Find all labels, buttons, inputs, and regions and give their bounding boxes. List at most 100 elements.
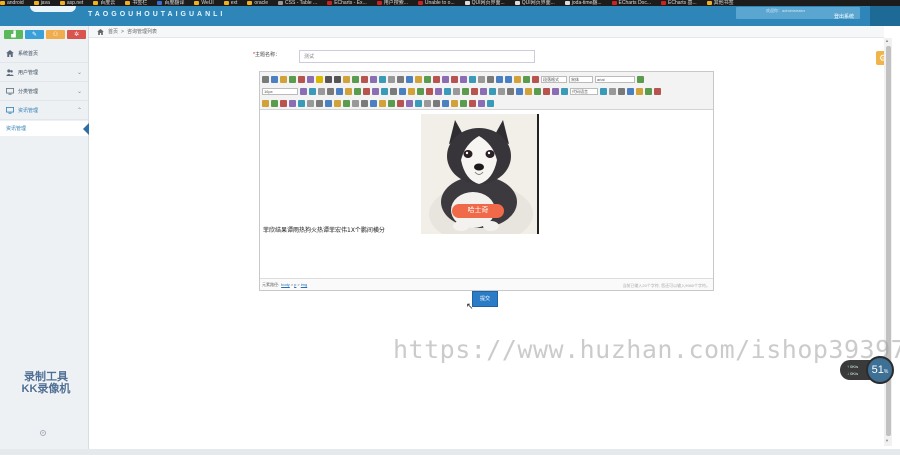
tool-tool-icon[interactable] bbox=[645, 87, 652, 95]
align-tool-icon[interactable] bbox=[514, 75, 521, 83]
list-tool-icon[interactable] bbox=[460, 75, 467, 83]
misc-tool-icon[interactable] bbox=[469, 99, 476, 107]
extra-tool-icon[interactable] bbox=[637, 75, 644, 83]
code-language-select[interactable]: 代码语言 bbox=[570, 87, 598, 95]
table-tool-icon[interactable] bbox=[334, 99, 341, 107]
indent-tool-icon[interactable] bbox=[453, 87, 460, 95]
table-tool-icon[interactable] bbox=[298, 99, 305, 107]
editor-content[interactable]: 哈士奇 菲欣结果谭雨热狗火热谭菲宏伟1X个鹏间横分 bbox=[260, 110, 713, 278]
sidebar-item-news[interactable]: 资讯管理 ⌃ bbox=[0, 102, 88, 120]
cell-tool-icon[interactable] bbox=[406, 99, 413, 107]
tool-tool-icon[interactable] bbox=[636, 87, 643, 95]
insert-tool-icon[interactable] bbox=[561, 87, 568, 95]
element-path-body[interactable]: body bbox=[281, 282, 290, 287]
paragraph-format-select[interactable]: 段落格式 bbox=[541, 75, 567, 83]
style-tool-icon[interactable] bbox=[343, 75, 350, 83]
sidebar-item-categories[interactable]: 分类管理 ⌄ bbox=[0, 83, 88, 101]
insert-tool-icon[interactable] bbox=[534, 87, 541, 95]
style-tool-icon[interactable] bbox=[397, 75, 404, 83]
text-tool-icon[interactable] bbox=[354, 87, 361, 95]
style-tool-icon[interactable] bbox=[424, 75, 431, 83]
misc-tool-icon[interactable] bbox=[460, 99, 467, 107]
tool-tool-icon[interactable] bbox=[600, 87, 607, 95]
scroll-down-icon[interactable]: ▼ bbox=[885, 438, 889, 443]
text-tool-icon[interactable] bbox=[309, 87, 316, 95]
cell-tool-icon[interactable] bbox=[379, 99, 386, 107]
table-tool-icon[interactable] bbox=[289, 99, 296, 107]
chart-icon[interactable]: ▟ bbox=[4, 30, 23, 39]
tool-tool-icon[interactable] bbox=[618, 87, 625, 95]
misc-tool-icon[interactable] bbox=[478, 99, 485, 107]
tool-tool-icon[interactable] bbox=[609, 87, 616, 95]
submit-button[interactable]: 提交 bbox=[472, 291, 498, 307]
indent-tool-icon[interactable] bbox=[408, 87, 415, 95]
list-tool-icon[interactable] bbox=[487, 75, 494, 83]
format-tool-icon[interactable] bbox=[262, 75, 269, 83]
align-tool-icon[interactable] bbox=[532, 75, 539, 83]
style-tool-icon[interactable] bbox=[370, 75, 377, 83]
align-tool-icon[interactable] bbox=[523, 75, 530, 83]
style-tool-icon[interactable] bbox=[433, 75, 440, 83]
indent-tool-icon[interactable] bbox=[444, 87, 451, 95]
misc-tool-icon[interactable] bbox=[487, 99, 494, 107]
logout-button[interactable]: 登出系统 bbox=[834, 13, 854, 20]
cell-tool-icon[interactable] bbox=[433, 99, 440, 107]
indent-tool-icon[interactable] bbox=[426, 87, 433, 95]
scroll-up-icon[interactable]: ▲ bbox=[885, 38, 889, 43]
style-tool-icon[interactable] bbox=[379, 75, 386, 83]
font-size-select[interactable]: 16px bbox=[262, 87, 298, 95]
style-tool-icon[interactable] bbox=[406, 75, 413, 83]
format-tool-icon[interactable] bbox=[289, 75, 296, 83]
table-tool-icon[interactable] bbox=[316, 99, 323, 107]
table-tool-icon[interactable] bbox=[325, 99, 332, 107]
italic-icon[interactable] bbox=[325, 75, 332, 83]
indent-tool-icon[interactable] bbox=[417, 87, 424, 95]
indent-tool-icon[interactable] bbox=[390, 87, 397, 95]
table-tool-icon[interactable] bbox=[262, 99, 269, 107]
text-tool-icon[interactable] bbox=[345, 87, 352, 95]
editor-text[interactable]: 菲欣结果谭雨热狗火热谭菲宏伟1X个鹏间横分 bbox=[263, 225, 385, 234]
collapse-icon[interactable]: « bbox=[40, 430, 46, 436]
sidebar-item-users[interactable]: 用户管理 ⌄ bbox=[0, 64, 88, 82]
format-tool-icon[interactable] bbox=[307, 75, 314, 83]
pencil-icon[interactable]: ✎ bbox=[25, 30, 44, 39]
misc-tool-icon[interactable] bbox=[442, 99, 449, 107]
table-tool-icon[interactable] bbox=[280, 99, 287, 107]
text-tool-icon[interactable] bbox=[372, 87, 379, 95]
font-select[interactable]: arial bbox=[595, 75, 635, 83]
element-path-p[interactable]: p bbox=[294, 282, 296, 287]
sidebar-item-home[interactable]: 系统首页 bbox=[0, 45, 88, 63]
bold-icon[interactable] bbox=[316, 75, 323, 83]
format-tool-icon[interactable] bbox=[271, 75, 278, 83]
indent-tool-icon[interactable] bbox=[435, 87, 442, 95]
insert-tool-icon[interactable] bbox=[543, 87, 550, 95]
breadcrumb-home[interactable]: 首页 bbox=[108, 28, 118, 35]
underline-icon[interactable] bbox=[334, 75, 341, 83]
insert-tool-icon[interactable] bbox=[525, 87, 532, 95]
speed-gauge[interactable]: 51% bbox=[866, 356, 894, 384]
text-tool-icon[interactable] bbox=[327, 87, 334, 95]
cell-tool-icon[interactable] bbox=[352, 99, 359, 107]
insert-tool-icon[interactable] bbox=[480, 87, 487, 95]
insert-tool-icon[interactable] bbox=[462, 87, 469, 95]
font-family-select[interactable]: 宋体 bbox=[569, 75, 593, 83]
tool-tool-icon[interactable] bbox=[654, 87, 661, 95]
misc-tool-icon[interactable] bbox=[451, 99, 458, 107]
cell-tool-icon[interactable] bbox=[388, 99, 395, 107]
style-tool-icon[interactable] bbox=[361, 75, 368, 83]
tool-tool-icon[interactable] bbox=[627, 87, 634, 95]
insert-tool-icon[interactable] bbox=[471, 87, 478, 95]
format-tool-icon[interactable] bbox=[298, 75, 305, 83]
style-tool-icon[interactable] bbox=[388, 75, 395, 83]
cell-tool-icon[interactable] bbox=[424, 99, 431, 107]
table-tool-icon[interactable] bbox=[307, 99, 314, 107]
element-path-img[interactable]: img bbox=[301, 282, 307, 287]
insert-tool-icon[interactable] bbox=[489, 87, 496, 95]
cell-tool-icon[interactable] bbox=[415, 99, 422, 107]
list-tool-icon[interactable] bbox=[469, 75, 476, 83]
list-tool-icon[interactable] bbox=[478, 75, 485, 83]
table-tool-icon[interactable] bbox=[343, 99, 350, 107]
table-tool-icon[interactable] bbox=[271, 99, 278, 107]
text-tool-icon[interactable] bbox=[363, 87, 370, 95]
insert-tool-icon[interactable] bbox=[498, 87, 505, 95]
